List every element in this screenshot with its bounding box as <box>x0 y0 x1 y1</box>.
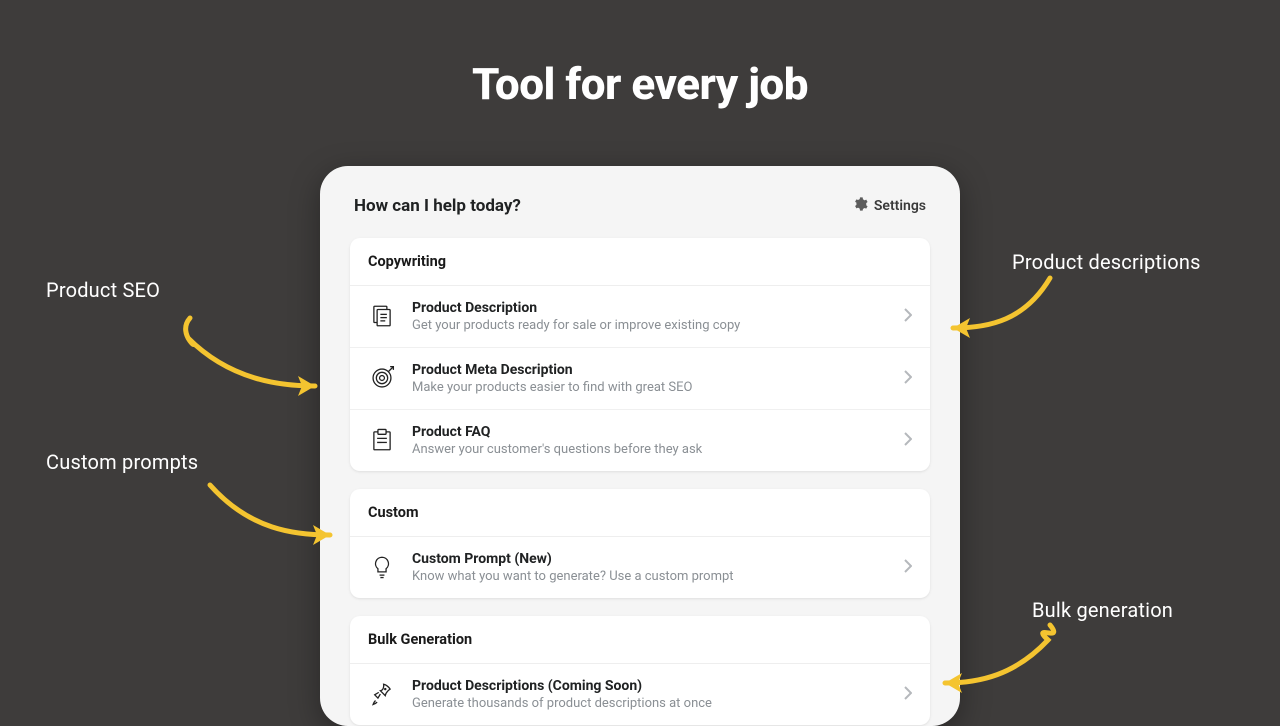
tools-panel: How can I help today? Settings Copywriti… <box>320 166 960 726</box>
copywriting-title: Copywriting <box>350 238 930 286</box>
chevron-right-icon <box>904 307 912 326</box>
bulk-title: Bulk Generation <box>350 616 930 664</box>
custom-title: Custom <box>350 489 930 537</box>
row-subtitle: Make your products easier to find with g… <box>412 380 888 395</box>
row-text: Product Descriptions (Coming Soon) Gener… <box>412 678 888 711</box>
document-stack-icon <box>368 302 396 330</box>
panel-header: How can I help today? Settings <box>350 196 930 216</box>
bulk-card: Bulk Generation Product Descriptions (Co… <box>350 616 930 725</box>
chevron-right-icon <box>904 558 912 577</box>
chevron-right-icon <box>904 685 912 704</box>
product-meta-row[interactable]: Product Meta Description Make your produ… <box>350 348 930 410</box>
row-title: Product FAQ <box>412 424 888 440</box>
callout-bulk: Bulk generation <box>1032 598 1173 622</box>
chevron-right-icon <box>904 431 912 450</box>
headline: Tool for every job <box>0 58 1280 110</box>
bulk-descriptions-row[interactable]: Product Descriptions (Coming Soon) Gener… <box>350 664 930 725</box>
callout-seo: Product SEO <box>46 278 160 302</box>
row-subtitle: Answer your customer's questions before … <box>412 442 888 457</box>
row-text: Product FAQ Answer your customer's quest… <box>412 424 888 457</box>
target-icon <box>368 364 396 392</box>
row-subtitle: Generate thousands of product descriptio… <box>412 696 888 711</box>
clipboard-icon <box>368 426 396 454</box>
custom-card: Custom Custom Prompt (New) Know what you… <box>350 489 930 598</box>
row-subtitle: Get your products ready for sale or impr… <box>412 318 888 333</box>
rocket-icon <box>368 680 396 708</box>
product-faq-row[interactable]: Product FAQ Answer your customer's quest… <box>350 410 930 471</box>
row-title: Product Descriptions (Coming Soon) <box>412 678 888 694</box>
panel-title: How can I help today? <box>354 196 521 216</box>
custom-prompt-row[interactable]: Custom Prompt (New) Know what you want t… <box>350 537 930 598</box>
arrow-seo <box>170 300 340 414</box>
row-text: Product Meta Description Make your produ… <box>412 362 888 395</box>
settings-label: Settings <box>874 198 926 214</box>
row-title: Custom Prompt (New) <box>412 551 888 567</box>
row-title: Product Description <box>412 300 888 316</box>
row-text: Custom Prompt (New) Know what you want t… <box>412 551 888 584</box>
settings-button[interactable]: Settings <box>852 196 926 216</box>
callout-prompts: Custom prompts <box>46 450 198 474</box>
copywriting-card: Copywriting Product Description Get your… <box>350 238 930 471</box>
lightbulb-icon <box>368 553 396 581</box>
callout-descriptions: Product descriptions <box>1012 250 1201 274</box>
row-subtitle: Know what you want to generate? Use a cu… <box>412 569 888 584</box>
gear-icon <box>852 196 868 216</box>
row-text: Product Description Get your products re… <box>412 300 888 333</box>
product-description-row[interactable]: Product Description Get your products re… <box>350 286 930 348</box>
chevron-right-icon <box>904 369 912 388</box>
row-title: Product Meta Description <box>412 362 888 378</box>
